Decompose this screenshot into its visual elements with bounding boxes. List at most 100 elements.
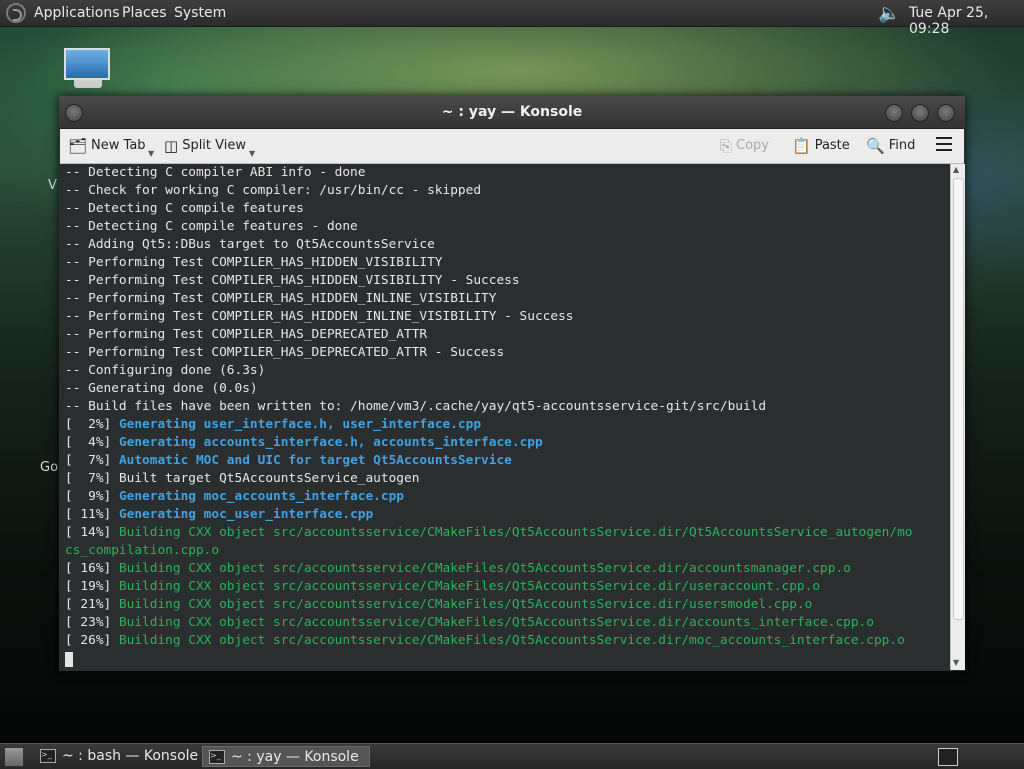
line-text: -- Configuring done (6.3s): [65, 363, 266, 378]
menu-places[interactable]: Places: [122, 5, 167, 21]
terminal-line: -- Generating done (0.0s): [65, 380, 913, 398]
terminal-line: [ 21%] Building CXX object src/accountss…: [65, 596, 913, 614]
maximize-button[interactable]: [911, 104, 929, 122]
terminal-line: -- Performing Test COMPILER_HAS_HIDDEN_I…: [65, 308, 913, 326]
terminal-line: [ 16%] Building CXX object src/accountss…: [65, 560, 913, 578]
taskbar-item-label: ~ : bash — Konsole: [62, 748, 199, 764]
terminal-line: -- Performing Test COMPILER_HAS_HIDDEN_V…: [65, 254, 913, 272]
line-text: cs_compilation.cpp.o: [65, 543, 220, 558]
line-text: -- Performing Test COMPILER_HAS_DEPRECAT…: [65, 327, 428, 342]
terminal-line: -- Detecting C compile features: [65, 200, 913, 218]
line-text: -- Performing Test COMPILER_HAS_HIDDEN_V…: [65, 255, 443, 270]
close-button[interactable]: [937, 104, 955, 122]
line-text: -- Performing Test COMPILER_HAS_HIDDEN_V…: [65, 273, 520, 288]
line-text: Building CXX object src/accountsservice/…: [118, 597, 813, 612]
scroll-down-arrow-icon[interactable]: ▼: [953, 658, 959, 667]
desktop-label-fragment: V: [48, 178, 57, 193]
terminal-icon: >_: [40, 749, 56, 763]
toolbar: 🗂 New Tab ▼ ◫ Split View ▼ ⎘ Copy 📋 Past…: [60, 129, 964, 164]
clock[interactable]: Tue Apr 25, 09:28: [909, 5, 1024, 37]
show-desktop-icon[interactable]: [4, 747, 24, 767]
window-titlebar[interactable]: ~ : yay — Konsole: [59, 96, 965, 129]
terminal-line: [ 4%] Generating accounts_interface.h, a…: [65, 434, 913, 452]
progress-prefix: [ 7%]: [65, 453, 119, 468]
menu-system[interactable]: System: [174, 5, 226, 21]
speaker-icon[interactable]: 🔈: [878, 3, 900, 24]
terminal-line: -- Build files have been written to: /ho…: [65, 398, 913, 416]
bottom-panel: >_ ~ : bash — Konsole >_ ~ : yay — Konso…: [0, 743, 1024, 769]
scroll-up-arrow-icon[interactable]: ▲: [953, 165, 959, 174]
terminal-line: [ 7%] Built target Qt5AccountsService_au…: [65, 470, 913, 488]
workspace-switcher-icon[interactable]: [938, 748, 958, 766]
window-title: ~ : yay — Konsole: [441, 104, 583, 120]
line-text: Generating user_interface.h, user_interf…: [118, 417, 482, 432]
menu-applications[interactable]: Applications: [34, 5, 120, 21]
split-view-icon: ◫: [164, 137, 179, 155]
terminal-line: -- Configuring done (6.3s): [65, 362, 913, 380]
terminal-line: [ 14%] Building CXX object src/accountss…: [65, 524, 913, 542]
terminal-icon: >_: [209, 750, 225, 764]
paste-button[interactable]: 📋 Paste: [792, 135, 850, 157]
new-tab-button[interactable]: 🗂 New Tab: [68, 135, 146, 157]
line-text: -- Performing Test COMPILER_HAS_HIDDEN_I…: [65, 309, 574, 324]
desktop-label-fragment: Go: [40, 460, 59, 475]
line-text: -- Build files have been written to: /ho…: [65, 399, 767, 414]
terminal-line: [ 19%] Building CXX object src/accountss…: [65, 578, 913, 596]
distro-logo-icon[interactable]: [6, 3, 26, 23]
progress-prefix: [ 7%]: [65, 471, 119, 486]
line-text: Building CXX object src/accountsservice/…: [118, 633, 905, 648]
terminal-output[interactable]: -- Detecting C compiler ABI info - done -…: [60, 164, 950, 670]
line-text: -- Detecting C compiler ABI info - done: [65, 165, 366, 180]
paste-label: Paste: [814, 138, 850, 153]
find-button[interactable]: 🔍 Find: [866, 135, 915, 157]
line-text: Building CXX object src/accountsservice/…: [118, 561, 851, 576]
clipboard-icon: 📋: [792, 137, 811, 155]
line-text: Building CXX object src/accountsservice/…: [118, 579, 821, 594]
terminal-line: -- Detecting C compile features - done: [65, 218, 913, 236]
minimize-button[interactable]: [885, 104, 903, 122]
konsole-window: ~ : yay — Konsole 🗂 New Tab ▼ ◫ Split Vi…: [59, 96, 965, 671]
new-tab-icon: 🗂: [68, 137, 88, 155]
magnifier-icon: 🔍: [866, 137, 885, 155]
progress-prefix: [ 23%]: [65, 615, 119, 630]
line-text: -- Check for working C compiler: /usr/bi…: [65, 183, 482, 198]
terminal-line: -- Adding Qt5::DBus target to Qt5Account…: [65, 236, 913, 254]
scrollbar[interactable]: ▲ ▼: [950, 164, 965, 670]
chevron-down-icon[interactable]: ▼: [249, 149, 255, 158]
progress-prefix: [ 26%]: [65, 633, 119, 648]
hamburger-menu-icon[interactable]: [936, 137, 952, 151]
progress-prefix: [ 21%]: [65, 597, 119, 612]
terminal-line: [ 11%] Generating moc_user_interface.cpp: [65, 506, 913, 524]
terminal-line: cs_compilation.cpp.o: [65, 542, 913, 560]
chevron-down-icon[interactable]: ▼: [148, 149, 154, 158]
scrollbar-thumb[interactable]: [953, 178, 964, 620]
line-text: Generating moc_accounts_interface.cpp: [118, 489, 404, 504]
progress-prefix: [ 19%]: [65, 579, 119, 594]
progress-prefix: [ 9%]: [65, 489, 119, 504]
progress-prefix: [ 4%]: [65, 435, 119, 450]
line-text: Automatic MOC and UIC for target Qt5Acco…: [118, 453, 512, 468]
taskbar-item-label: ~ : yay — Konsole: [231, 749, 359, 765]
terminal-line: [ 26%] Building CXX object src/accountss…: [65, 632, 913, 650]
line-text: Generating moc_user_interface.cpp: [118, 507, 374, 522]
text-cursor: [65, 652, 73, 667]
line-text: -- Performing Test COMPILER_HAS_HIDDEN_I…: [65, 291, 497, 306]
taskbar-item-bash[interactable]: >_ ~ : bash — Konsole: [34, 746, 200, 767]
copy-icon: ⎘: [720, 137, 733, 155]
computer-icon[interactable]: [64, 48, 112, 92]
copy-label: Copy: [736, 138, 769, 153]
line-text: -- Generating done (0.0s): [65, 381, 258, 396]
terminal-line: -- Check for working C compiler: /usr/bi…: [65, 182, 913, 200]
terminal-line: [ 23%] Building CXX object src/accountss…: [65, 614, 913, 632]
terminal-line: -- Performing Test COMPILER_HAS_HIDDEN_I…: [65, 290, 913, 308]
terminal-line: -- Performing Test COMPILER_HAS_DEPRECAT…: [65, 344, 913, 362]
terminal-line: -- Performing Test COMPILER_HAS_DEPRECAT…: [65, 326, 913, 344]
new-tab-label: New Tab: [91, 138, 146, 153]
taskbar-item-yay[interactable]: >_ ~ : yay — Konsole: [202, 746, 370, 767]
split-view-button[interactable]: ◫ Split View: [164, 135, 246, 157]
progress-prefix: [ 2%]: [65, 417, 119, 432]
progress-prefix: [ 11%]: [65, 507, 119, 522]
copy-button[interactable]: ⎘ Copy: [720, 135, 769, 157]
progress-prefix: [ 16%]: [65, 561, 119, 576]
line-text: -- Performing Test COMPILER_HAS_DEPRECAT…: [65, 345, 505, 360]
